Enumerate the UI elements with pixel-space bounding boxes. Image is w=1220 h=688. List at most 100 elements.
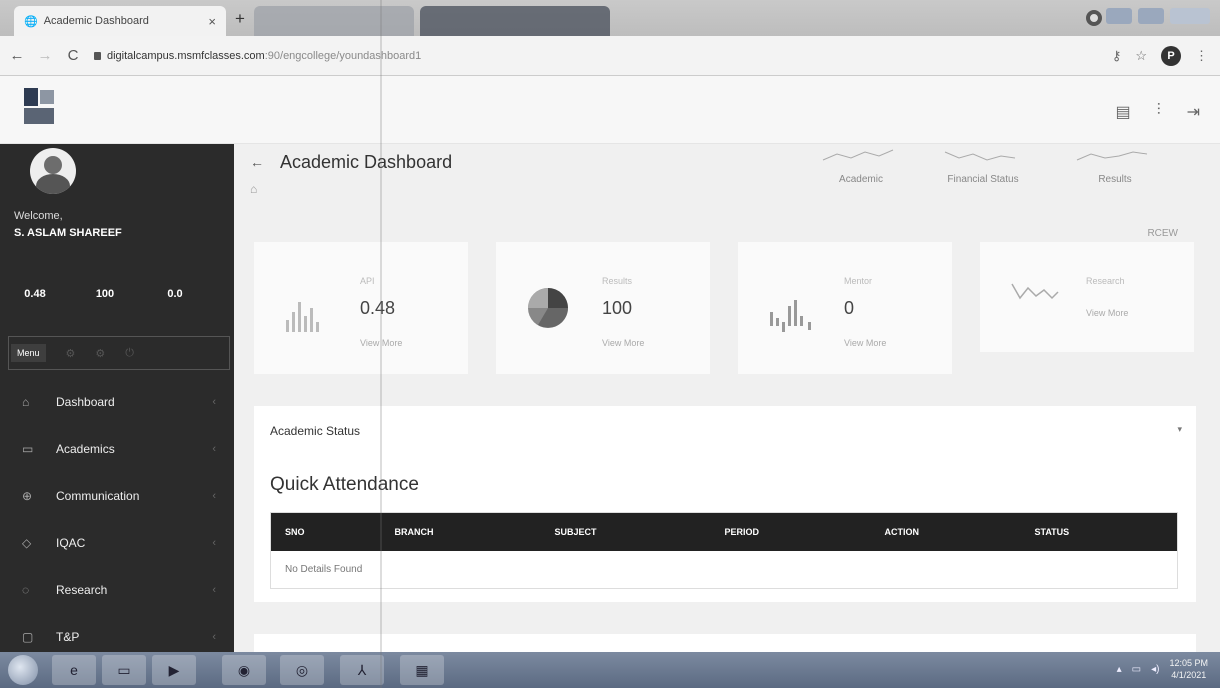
media-player-icon[interactable]: ▶ xyxy=(152,655,196,685)
col-status: STATUS xyxy=(1020,512,1178,551)
page-title: Academic Dashboard xyxy=(280,152,453,172)
view-more-link[interactable]: View More xyxy=(602,338,644,348)
clock-date: 4/1/2021 xyxy=(1171,670,1207,680)
quick-attendance-title: Quick Attendance xyxy=(270,474,419,495)
sidebar: Welcome, S. ASLAM SHAREEF 0.48 100 0.0 M… xyxy=(0,144,234,652)
kebab-menu-icon[interactable]: ⋮ xyxy=(1195,48,1208,64)
maximize-button[interactable] xyxy=(1138,8,1164,24)
card-value: 0 xyxy=(844,298,855,318)
stat-api: 0.48 xyxy=(24,288,46,300)
wave-chart-icon xyxy=(1011,283,1059,300)
user-avatar xyxy=(30,148,76,194)
col-branch: BRANCH xyxy=(380,512,541,551)
chrome-profile-icon[interactable] xyxy=(1086,10,1102,26)
chrome-icon[interactable]: ◎ xyxy=(280,655,324,685)
close-window-button[interactable] xyxy=(1170,8,1210,24)
clock[interactable]: 12:05 PM 4/1/2021 xyxy=(1169,657,1208,681)
sidebar-item-research[interactable]: ◌ Research ‹ xyxy=(0,566,234,613)
url-field[interactable]: digitalcampus.msmfclasses.com:90/engcoll… xyxy=(94,50,421,62)
photo-crease xyxy=(380,0,382,688)
chevron-left-icon: ‹ xyxy=(212,583,216,596)
menu-button[interactable]: Menu xyxy=(11,344,46,362)
star-icon[interactable]: ☆ xyxy=(1135,48,1147,64)
word-icon[interactable]: ▦ xyxy=(400,655,444,685)
card-results: Results 100 View More xyxy=(496,242,710,374)
chevron-left-icon: ‹ xyxy=(212,489,216,502)
key-icon[interactable]: ⚷ xyxy=(1112,48,1122,64)
sidebar-nav: ⌂ Dashboard ‹ ▭ Academics ‹ ⊕ Communicat… xyxy=(0,378,234,660)
card-title: Mentor xyxy=(844,276,873,286)
user-stats: 0.48 100 0.0 xyxy=(0,272,234,300)
browser-tab-2[interactable] xyxy=(254,6,414,36)
volume-icon[interactable]: ◂) xyxy=(1151,664,1159,675)
quick-link-academic[interactable]: Academic xyxy=(816,148,906,185)
back-arrow-icon[interactable]: ← xyxy=(250,154,264,170)
calendar-icon[interactable]: ▤ xyxy=(1115,102,1130,122)
globe-icon: 🌐 xyxy=(24,15,38,28)
new-tab-button[interactable]: + xyxy=(230,10,250,30)
sidebar-item-communication[interactable]: ⊕ Communication ‹ xyxy=(0,472,234,519)
reload-icon[interactable]: C xyxy=(62,47,84,64)
browser-tab-bar: 🌐 Academic Dashboard × + xyxy=(0,0,1220,36)
college-code: RCEW xyxy=(1147,228,1178,239)
diamond-icon: ◇ xyxy=(22,535,32,550)
bar-chart-icon xyxy=(770,300,811,332)
quick-link-financial-status[interactable]: Financial Status xyxy=(938,148,1028,185)
start-button[interactable] xyxy=(8,655,38,685)
power-icon[interactable]: ⏻ xyxy=(125,347,134,360)
card-api: API 0.48 View More xyxy=(254,242,468,374)
empty-table-message: No Details Found xyxy=(285,563,363,575)
explorer-icon[interactable]: ▭ xyxy=(102,655,146,685)
collapse-caret-icon[interactable]: ▾ xyxy=(1177,424,1182,435)
sidebar-item-academics[interactable]: ▭ Academics ‹ xyxy=(0,425,234,472)
view-more-link[interactable]: View More xyxy=(844,338,886,348)
logout-icon[interactable]: ⇥ xyxy=(1187,102,1200,122)
home-icon: ⌂ xyxy=(22,394,30,409)
window-controls xyxy=(1106,8,1210,24)
forward-icon[interactable]: → xyxy=(34,47,56,64)
system-tray: ▴ ▭ ◂) 12:05 PM 4/1/2021 xyxy=(1117,657,1208,681)
minimize-button[interactable] xyxy=(1106,8,1132,24)
folder-icon: ▭ xyxy=(22,441,34,456)
url-path: :90/engcollege/youndashboard1 xyxy=(264,49,422,62)
academic-status-header[interactable]: Academic Status xyxy=(270,424,360,438)
tray-arrow-icon[interactable]: ▴ xyxy=(1117,664,1122,675)
card-title: Research xyxy=(1086,276,1125,286)
acrobat-icon[interactable]: ⅄ xyxy=(340,655,384,685)
card-title: Results xyxy=(602,276,633,286)
ie-icon[interactable]: e xyxy=(52,655,96,685)
globe-icon: ⊕ xyxy=(22,488,33,503)
profile-icon[interactable]: ⚙ xyxy=(66,347,76,360)
table-header-row: SNO BRANCH SUBJECT PERIOD ACTION STATUS xyxy=(270,512,1178,551)
browser-tab-academic-dashboard[interactable]: 🌐 Academic Dashboard × xyxy=(14,6,226,36)
card-value: 100 xyxy=(602,298,633,318)
app-icon[interactable]: ◉ xyxy=(222,655,266,685)
sidebar-item-dashboard[interactable]: ⌂ Dashboard ‹ xyxy=(0,378,234,425)
col-subject: SUBJECT xyxy=(540,512,711,551)
view-more-link[interactable]: View More xyxy=(1086,308,1128,318)
sidebar-item-iqac[interactable]: ◇ IQAC ‹ xyxy=(0,519,234,566)
chevron-left-icon: ‹ xyxy=(212,536,216,549)
profile-avatar[interactable]: P xyxy=(1161,46,1181,66)
col-action: ACTION xyxy=(870,512,1021,551)
sparkline-academic xyxy=(822,149,894,161)
chevron-left-icon: ‹ xyxy=(212,630,216,643)
back-icon[interactable]: ← xyxy=(6,47,28,64)
table-row: No Details Found xyxy=(271,551,1178,589)
clock-time: 12:05 PM xyxy=(1169,658,1208,668)
network-icon[interactable]: ▭ xyxy=(1132,664,1141,675)
col-sno: SNO xyxy=(270,512,381,551)
menu-row: Menu ⚙ ⚙ ⏻ xyxy=(8,336,230,370)
card-mentor: Mentor 0 View More xyxy=(738,242,952,374)
close-tab-icon[interactable]: × xyxy=(208,14,216,29)
college-logo[interactable] xyxy=(24,88,60,128)
settings-icon[interactable]: ⚙ xyxy=(95,347,105,360)
settings-sliders-icon[interactable]: ⫶ xyxy=(1157,102,1161,122)
clipboard-icon: ▢ xyxy=(22,629,34,644)
windows-taskbar: e ▭ ▶ ◉ ◎ ⅄ ▦ ▴ ▭ ◂) 12:05 PM 4/1/2021 xyxy=(0,652,1220,688)
user-name: S. ASLAM SHAREEF xyxy=(14,227,122,239)
card-title: API xyxy=(360,276,375,286)
browser-tab-3[interactable] xyxy=(420,6,610,36)
quick-link-results[interactable]: Results xyxy=(1070,148,1160,185)
home-breadcrumb-icon[interactable]: ⌂ xyxy=(250,182,257,196)
